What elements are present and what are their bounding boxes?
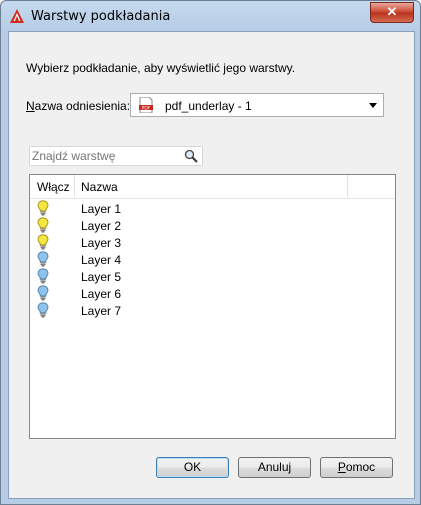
layer-name: Layer 2 xyxy=(81,219,122,233)
layer-name: Layer 3 xyxy=(81,236,122,250)
layer-row[interactable]: Layer 3 xyxy=(30,234,395,251)
layer-row[interactable]: Layer 5 xyxy=(30,268,395,285)
cancel-button[interactable]: Anuluj xyxy=(238,457,311,478)
window-title: Warstwy podkładania xyxy=(31,9,171,24)
layer-list-header: Włącz Nazwa xyxy=(30,175,395,199)
lightbulb-on-icon[interactable] xyxy=(37,200,49,216)
layer-row[interactable]: Layer 7 xyxy=(30,302,395,319)
layer-name: Layer 7 xyxy=(81,304,122,318)
layer-row[interactable]: Layer 2 xyxy=(30,217,395,234)
pdf-file-icon: PDF xyxy=(139,97,153,113)
search-box[interactable] xyxy=(29,146,203,166)
help-button[interactable]: Pomoc xyxy=(320,457,393,478)
column-divider[interactable] xyxy=(74,175,75,197)
layer-name: Layer 4 xyxy=(81,253,122,267)
layer-name: Layer 1 xyxy=(81,202,122,216)
close-button[interactable]: ✕ xyxy=(370,2,414,23)
layer-row[interactable]: Layer 4 xyxy=(30,251,395,268)
title-bar[interactable]: Warstwy podkładania ✕ xyxy=(1,1,420,31)
lightbulb-off-icon[interactable] xyxy=(37,302,49,318)
search-input[interactable] xyxy=(32,148,182,164)
layer-list[interactable]: Włącz Nazwa Layer 1 Layer 2 Layer 3 Layer 4… xyxy=(29,174,396,439)
column-divider[interactable] xyxy=(347,175,348,197)
layer-name: Layer 5 xyxy=(81,270,122,284)
svg-text:PDF: PDF xyxy=(142,105,151,111)
column-header-on[interactable]: Włącz xyxy=(37,180,70,194)
lightbulb-on-icon[interactable] xyxy=(37,234,49,250)
reference-name-label: Nazwa odniesienia: xyxy=(26,99,131,113)
ok-button[interactable]: OK xyxy=(156,457,229,478)
instruction-text: Wybierz podkładanie, aby wyświetlić jego… xyxy=(26,61,296,75)
chevron-down-icon[interactable] xyxy=(369,103,377,108)
layer-row[interactable]: Layer 6 xyxy=(30,285,395,302)
lightbulb-off-icon[interactable] xyxy=(37,285,49,301)
reference-name-value: pdf_underlay - 1 xyxy=(165,99,252,113)
lightbulb-off-icon[interactable] xyxy=(37,268,49,284)
autocad-logo-icon xyxy=(10,9,24,23)
layer-name: Layer 6 xyxy=(81,287,122,301)
layer-row[interactable]: Layer 1 xyxy=(30,200,395,217)
column-header-name[interactable]: Nazwa xyxy=(81,180,118,194)
reference-name-dropdown[interactable]: PDF pdf_underlay - 1 xyxy=(130,93,384,117)
dialog-window: Warstwy podkładania ✕ Wybierz podkładani… xyxy=(0,0,421,505)
lightbulb-off-icon[interactable] xyxy=(37,251,49,267)
lightbulb-on-icon[interactable] xyxy=(37,217,49,233)
search-icon[interactable] xyxy=(184,149,198,163)
dialog-body: Wybierz podkładanie, aby wyświetlić jego… xyxy=(8,31,415,499)
